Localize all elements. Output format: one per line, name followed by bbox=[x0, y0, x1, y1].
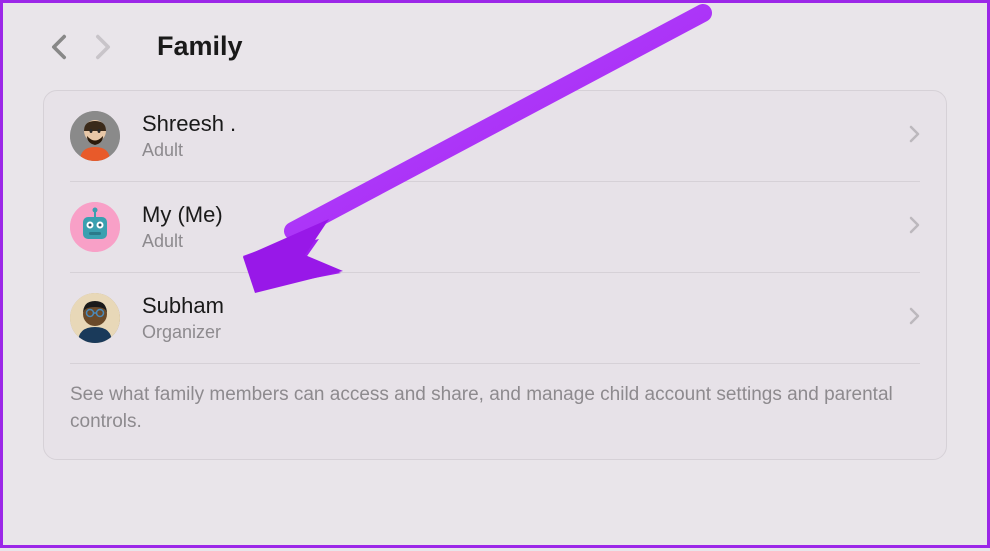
family-members-panel: Shreesh . Adult My (Me) Adu bbox=[43, 90, 947, 460]
family-member-row[interactable]: Shreesh . Adult bbox=[70, 91, 920, 182]
member-name: Subham bbox=[142, 293, 909, 319]
member-info: Shreesh . Adult bbox=[142, 111, 909, 160]
forward-button[interactable] bbox=[95, 34, 111, 60]
page-title: Family bbox=[157, 31, 243, 62]
member-role: Organizer bbox=[142, 322, 909, 343]
avatar bbox=[70, 293, 120, 343]
member-role: Adult bbox=[142, 140, 909, 161]
family-member-row[interactable]: My (Me) Adult bbox=[70, 182, 920, 273]
member-info: My (Me) Adult bbox=[142, 202, 909, 251]
avatar bbox=[70, 202, 120, 252]
member-info: Subham Organizer bbox=[142, 293, 909, 342]
panel-footer-text: See what family members can access and s… bbox=[70, 364, 920, 459]
chevron-right-icon bbox=[909, 216, 920, 239]
member-role: Adult bbox=[142, 231, 909, 252]
header: Family bbox=[3, 3, 987, 80]
member-name: My (Me) bbox=[142, 202, 909, 228]
member-name: Shreesh . bbox=[142, 111, 909, 137]
avatar bbox=[70, 111, 120, 161]
family-member-row[interactable]: Subham Organizer bbox=[70, 273, 920, 364]
back-button[interactable] bbox=[51, 34, 67, 60]
chevron-right-icon bbox=[909, 307, 920, 330]
chevron-right-icon bbox=[909, 125, 920, 148]
